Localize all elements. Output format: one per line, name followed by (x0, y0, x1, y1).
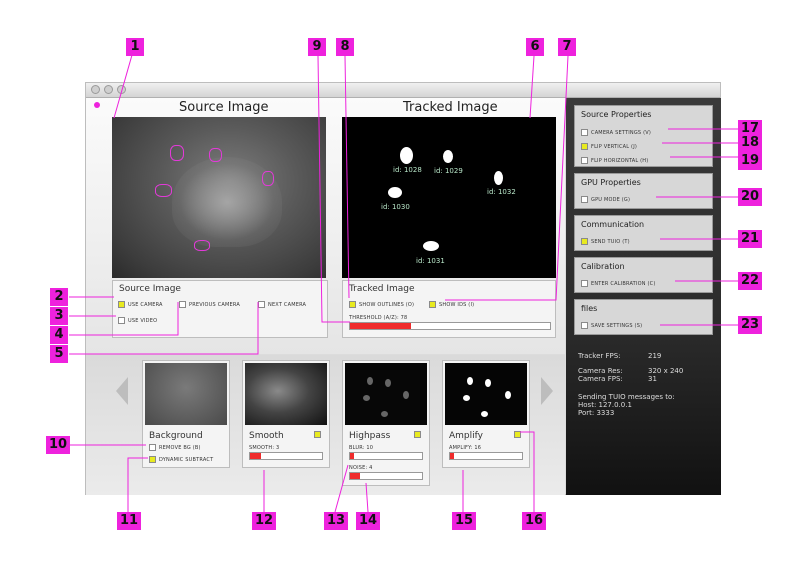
callout-16: 16 (522, 512, 546, 530)
callout-23: 23 (738, 316, 762, 334)
callout-21: 21 (738, 230, 762, 248)
callout-3: 3 (50, 307, 68, 325)
callout-1: 1 (126, 38, 144, 56)
callout-lines (69, 47, 738, 513)
callout-11: 11 (117, 512, 141, 530)
callout-8: 8 (336, 38, 354, 56)
callout-9: 9 (308, 38, 326, 56)
callout-7: 7 (558, 38, 576, 56)
callout-19: 19 (738, 152, 762, 170)
callout-2: 2 (50, 288, 68, 306)
callout-10: 10 (46, 436, 70, 454)
callout-4: 4 (50, 326, 68, 344)
callout-5: 5 (50, 345, 68, 363)
callout-14: 14 (356, 512, 380, 530)
callout-6: 6 (526, 38, 544, 56)
callout-15: 15 (452, 512, 476, 530)
callout-22: 22 (738, 272, 762, 290)
callout-20: 20 (738, 188, 762, 206)
callout-12: 12 (252, 512, 276, 530)
callout-13: 13 (324, 512, 348, 530)
callout-18: 18 (738, 134, 762, 152)
